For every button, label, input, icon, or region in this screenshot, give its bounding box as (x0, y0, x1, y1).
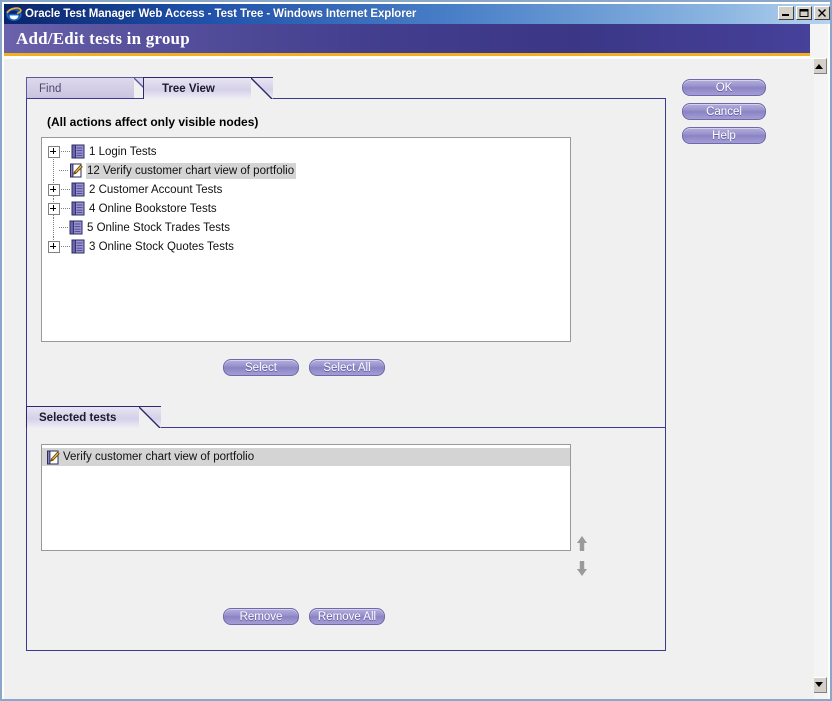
browser-window: Oracle Test Manager Web Access - Test Tr… (0, 0, 832, 701)
expand-plus-icon[interactable] (48, 240, 60, 253)
page-title: Add/Edit tests in group (16, 28, 190, 48)
remove-all-button[interactable]: Remove All (309, 608, 385, 625)
selected-tests-listbox[interactable]: Verify customer chart view of portfolio (41, 444, 571, 551)
tree-connector-dots (59, 227, 68, 228)
tree-connector-dots (59, 170, 68, 171)
restore-button[interactable] (796, 6, 812, 20)
move-down-arrow-icon[interactable] (575, 559, 589, 576)
minimize-button[interactable] (778, 6, 794, 20)
tree-connector-dots (61, 246, 70, 247)
remove-button[interactable]: Remove (223, 608, 299, 625)
selected-test-label: Verify customer chart view of portfolio (63, 451, 255, 463)
tree-node-label: 5 Online Stock Trades Tests (87, 221, 230, 234)
test-folder-icon (71, 201, 85, 216)
selected-tests-action-buttons: Remove Remove All (223, 608, 385, 625)
tree-connector-dots (61, 208, 70, 209)
cancel-button[interactable]: Cancel (682, 103, 766, 120)
test-folder-icon (69, 220, 83, 235)
tree-node-label: 2 Customer Account Tests (89, 183, 223, 196)
tree-node-label: 4 Online Bookstore Tests (89, 202, 217, 215)
ie-logo-icon (6, 6, 22, 22)
tree-listbox[interactable]: 1 Login Tests 12 Verify customer chart v… (41, 137, 571, 342)
tree-node[interactable]: 2 Customer Account Tests (48, 180, 570, 199)
tree-node-label: 1 Login Tests (89, 145, 157, 158)
window-titlebar: Oracle Test Manager Web Access - Test Tr… (4, 4, 830, 24)
move-up-arrow-icon[interactable] (575, 535, 589, 551)
tree-node-label: 3 Online Stock Quotes Tests (89, 240, 234, 253)
tab-find[interactable]: Find (26, 77, 156, 99)
expand-plus-icon[interactable] (48, 202, 60, 215)
tab-selected-tests-label: Selected tests (39, 411, 117, 424)
tree-connector-dots (61, 151, 70, 152)
tree-connector-dots (61, 189, 70, 190)
tab-find-label: Find (39, 82, 62, 95)
selected-tests-panel: Verify customer chart view of portfolio … (26, 427, 666, 651)
test-document-icon (69, 163, 83, 178)
window-title: Oracle Test Manager Web Access - Test Tr… (25, 8, 417, 20)
expand-plus-icon[interactable] (48, 145, 60, 158)
ok-button[interactable]: OK (682, 79, 766, 96)
tree-view-panel: (All actions affect only visible nodes) (26, 98, 666, 430)
tree-action-buttons: Select Select All (223, 359, 385, 376)
test-document-icon (46, 450, 60, 465)
help-button[interactable]: Help (682, 127, 766, 144)
select-button[interactable]: Select (223, 359, 299, 376)
close-button[interactable] (814, 6, 830, 20)
selected-tests-list: Verify customer chart view of portfolio (42, 445, 570, 466)
selected-test-item[interactable]: Verify customer chart view of portfolio (42, 448, 570, 466)
tab-selected-tests[interactable]: Selected tests (26, 406, 161, 428)
tab-tree-view[interactable]: Tree View (143, 77, 273, 99)
tree-node[interactable]: 3 Online Stock Quotes Tests (48, 237, 570, 256)
test-folder-icon (71, 239, 85, 254)
expand-plus-icon[interactable] (48, 183, 60, 196)
tree-node[interactable]: 1 Login Tests (48, 142, 570, 161)
test-tree: 1 Login Tests 12 Verify customer chart v… (42, 138, 570, 256)
tree-node[interactable]: 5 Online Stock Trades Tests (48, 218, 570, 237)
select-all-button[interactable]: Select All (309, 359, 385, 376)
tree-node-label-selected: 12 Verify customer chart view of portfol… (86, 162, 297, 179)
view-tabs: Find Tree View (26, 77, 286, 99)
tab-tree-view-label: Tree View (162, 82, 215, 95)
tree-hint-text: (All actions affect only visible nodes) (47, 115, 259, 129)
test-folder-icon (71, 144, 85, 159)
tree-node[interactable]: 12 Verify customer chart view of portfol… (48, 161, 570, 180)
tab-slant (139, 407, 161, 428)
window-controls (778, 6, 830, 20)
tree-node[interactable]: 4 Online Bookstore Tests (48, 199, 570, 218)
page-banner: Add/Edit tests in group (4, 24, 814, 56)
selected-tests-tabstrip: Selected tests (26, 406, 186, 428)
page-client-area: Find Tree View (All actions affect only … (4, 59, 814, 699)
tab-slant (251, 78, 273, 99)
test-folder-icon (71, 182, 85, 197)
